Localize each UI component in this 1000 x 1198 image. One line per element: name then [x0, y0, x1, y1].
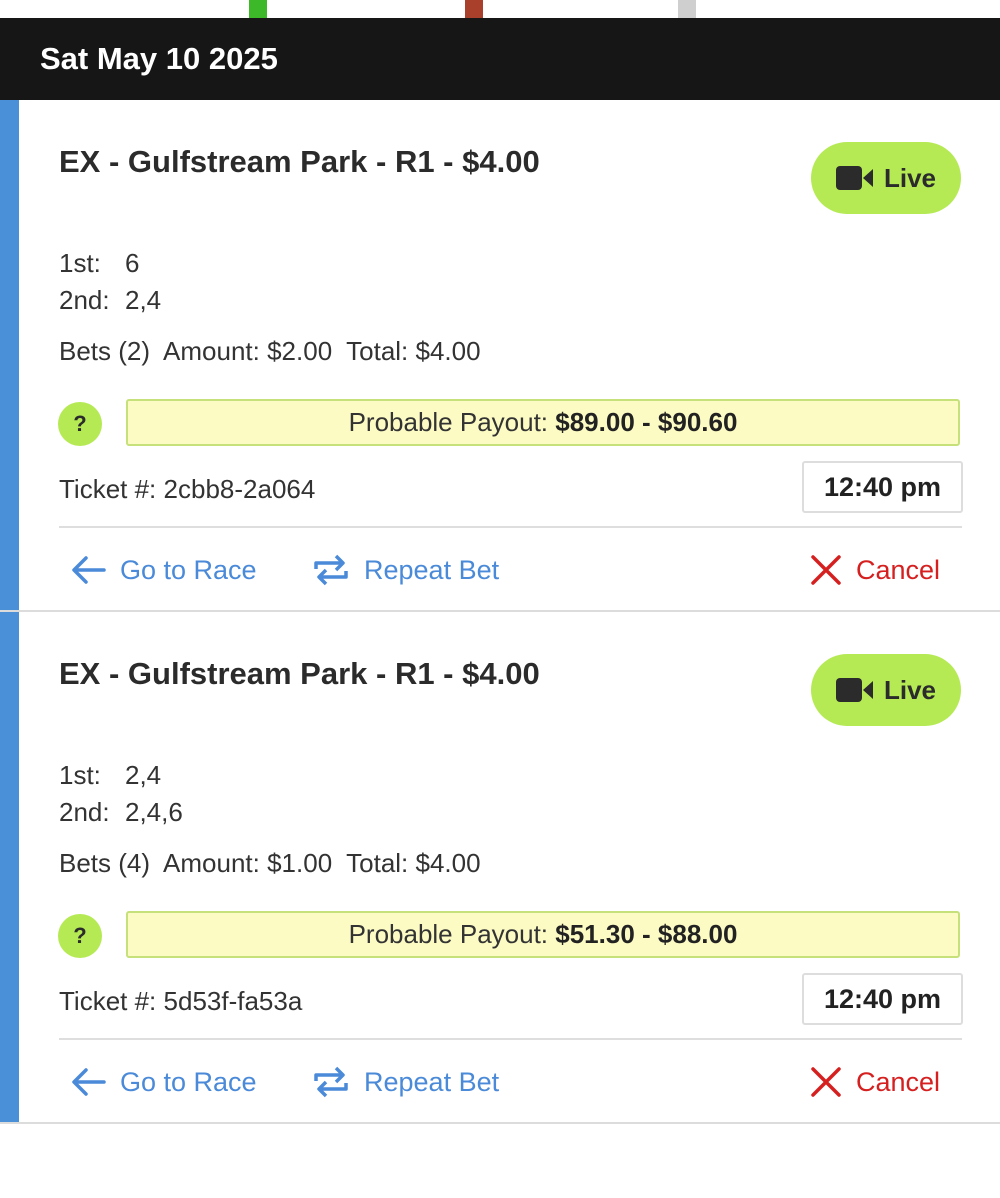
close-icon — [810, 554, 842, 586]
ticket-label: Ticket #: — [59, 986, 157, 1016]
live-button[interactable]: Live — [811, 654, 961, 726]
cancel-button[interactable]: Cancel — [810, 1058, 940, 1106]
second-label: 2nd: — [59, 285, 110, 315]
repeat-icon — [312, 551, 350, 589]
track-color-marker — [465, 0, 483, 18]
close-icon — [810, 1066, 842, 1098]
bet-ticket-card: EX - Gulfstream Park - R1 - $4.00 Live 1… — [0, 612, 1000, 1124]
cancel-label: Cancel — [856, 554, 941, 585]
cancel-button[interactable]: Cancel — [810, 546, 940, 594]
bet-ticket-card: EX - Gulfstream Park - R1 - $4.00 Live 1… — [0, 100, 1000, 612]
go-to-race-button[interactable]: Go to Race — [70, 546, 257, 594]
go-to-race-label: Go to Race — [120, 1066, 257, 1097]
bets-summary: Bets (2) Amount: $2.00 Total: $4.00 — [59, 336, 481, 366]
arrow-left-icon — [70, 554, 106, 586]
live-label: Live — [883, 162, 937, 193]
post-time-badge: 12:40 pm — [802, 973, 963, 1025]
first-value: 2,4 — [125, 760, 162, 790]
first-place-selection: 1st: 2,4 — [59, 760, 161, 791]
ticket-number: 5d53f-fa53a — [163, 986, 303, 1016]
payout-value: $51.30 - $88.00 — [555, 919, 738, 949]
probable-payout-box: Probable Payout: $51.30 - $88.00 — [126, 911, 960, 958]
help-button[interactable]: ? — [58, 914, 102, 958]
video-camera-icon — [835, 165, 874, 191]
first-place-selection: 1st: 6 — [59, 248, 139, 279]
second-value: 2,4,6 — [125, 797, 183, 827]
date-label: Sat May 10 2025 — [40, 41, 278, 76]
divider — [59, 1038, 962, 1040]
go-to-race-button[interactable]: Go to Race — [70, 1058, 257, 1106]
ticket-number: 2cbb8-2a064 — [163, 474, 316, 504]
help-button[interactable]: ? — [58, 402, 102, 446]
track-color-marker — [678, 0, 696, 18]
track-color-marker — [249, 0, 267, 18]
second-value: 2,4 — [125, 285, 162, 315]
payout-label: Probable Payout: — [348, 919, 549, 949]
video-camera-icon — [835, 677, 874, 703]
payout-value: $89.00 - $90.60 — [555, 407, 738, 437]
repeat-bet-label: Repeat Bet — [364, 1066, 500, 1097]
cancel-label: Cancel — [856, 1066, 941, 1097]
first-label: 1st: — [59, 248, 101, 278]
top-strip — [0, 0, 1000, 18]
payout-label: Probable Payout: — [348, 407, 549, 437]
repeat-bet-button[interactable]: Repeat Bet — [312, 546, 499, 594]
first-label: 1st: — [59, 760, 101, 790]
divider — [59, 526, 962, 528]
bet-title: EX - Gulfstream Park - R1 - $4.00 — [59, 144, 540, 179]
repeat-icon — [312, 1063, 350, 1101]
second-place-selection: 2nd: 2,4 — [59, 285, 161, 316]
arrow-left-icon — [70, 1066, 106, 1098]
repeat-bet-label: Repeat Bet — [364, 554, 500, 585]
date-header: Sat May 10 2025 — [0, 18, 1000, 100]
ticket-number-row: Ticket #: 2cbb8-2a064 — [59, 474, 315, 505]
card-accent-bar — [0, 100, 19, 610]
repeat-bet-button[interactable]: Repeat Bet — [312, 1058, 499, 1106]
second-label: 2nd: — [59, 797, 110, 827]
ticket-label: Ticket #: — [59, 474, 157, 504]
first-value: 6 — [125, 248, 140, 278]
second-place-selection: 2nd: 2,4,6 — [59, 797, 183, 828]
live-button[interactable]: Live — [811, 142, 961, 214]
bet-title: EX - Gulfstream Park - R1 - $4.00 — [59, 656, 540, 691]
live-label: Live — [883, 674, 937, 705]
bets-summary: Bets (4) Amount: $1.00 Total: $4.00 — [59, 848, 481, 878]
card-accent-bar — [0, 612, 19, 1122]
go-to-race-label: Go to Race — [120, 554, 257, 585]
ticket-number-row: Ticket #: 5d53f-fa53a — [59, 986, 302, 1017]
post-time-badge: 12:40 pm — [802, 461, 963, 513]
probable-payout-box: Probable Payout: $89.00 - $90.60 — [126, 399, 960, 446]
